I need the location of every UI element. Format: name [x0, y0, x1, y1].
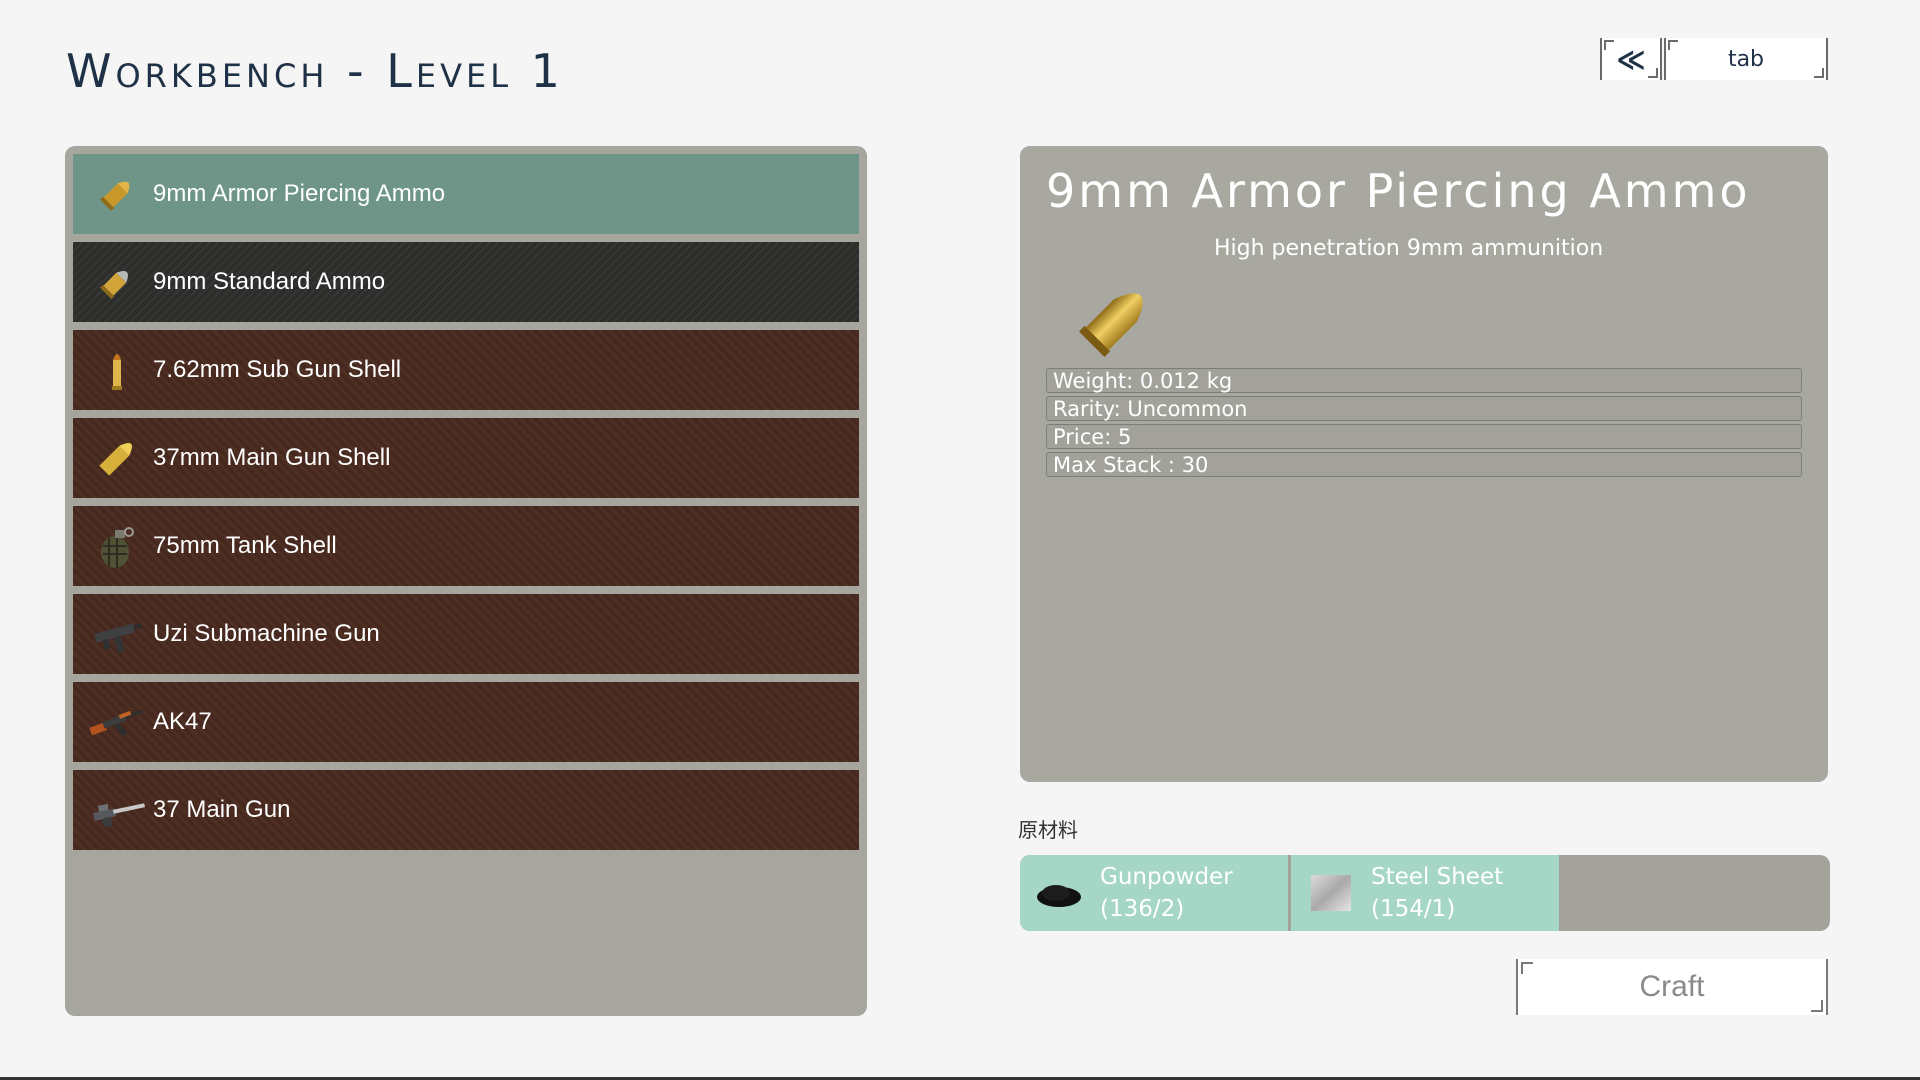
- item-detail-panel: 9mm Armor Piercing Ammo High penetration…: [1020, 146, 1828, 782]
- cannon-icon: [93, 803, 146, 828]
- tab-button-label: tab: [1727, 46, 1765, 72]
- list-item[interactable]: 37 Main Gun: [73, 770, 859, 850]
- cartridge-icon: [112, 354, 122, 390]
- steel-sheet-icon: [1311, 875, 1351, 911]
- nav-buttons: ≪ tab: [1600, 38, 1828, 80]
- list-item[interactable]: AK47: [73, 682, 859, 762]
- page-title: Workbench - Level 1: [66, 44, 564, 98]
- material-name: Steel Sheet: [1371, 864, 1504, 890]
- list-item[interactable]: 7.62mm Sub Gun Shell: [73, 330, 859, 410]
- material-name: Gunpowder: [1100, 864, 1233, 890]
- list-item[interactable]: 9mm Standard Ammo: [73, 242, 859, 322]
- materials-label: 原材料: [1018, 818, 1078, 842]
- bullet-icon: [100, 271, 128, 299]
- material-item[interactable]: Steel Sheet (154/1): [1291, 855, 1559, 931]
- list-item-label: AK47: [153, 708, 212, 735]
- list-item-label: 9mm Standard Ammo: [153, 268, 386, 295]
- shell-icon: [99, 443, 132, 476]
- list-item[interactable]: 75mm Tank Shell: [73, 506, 859, 586]
- stat-rarity: Rarity: Uncommon: [1046, 396, 1802, 421]
- list-item[interactable]: Uzi Submachine Gun: [73, 594, 859, 674]
- uzi-icon: [94, 623, 143, 653]
- list-item-label: 75mm Tank Shell: [153, 532, 337, 559]
- list-item-label: 7.62mm Sub Gun Shell: [153, 356, 402, 383]
- list-item-label: 37 Main Gun: [153, 796, 291, 823]
- list-item-label: Uzi Submachine Gun: [153, 620, 380, 647]
- stat-price: Price: 5: [1046, 424, 1802, 449]
- gunpowder-icon: [1037, 885, 1081, 907]
- grenade-icon: [101, 527, 134, 568]
- tab-button[interactable]: tab: [1664, 38, 1828, 80]
- bullet-icon: [100, 181, 130, 211]
- stat-max-stack: Max Stack : 30: [1046, 452, 1802, 477]
- item-description: High penetration 9mm ammunition: [1214, 236, 1604, 261]
- double-chevron-left-icon: ≪: [1616, 42, 1646, 76]
- material-count: (154/1): [1371, 896, 1456, 922]
- list-item-label: 9mm Armor Piercing Ammo: [153, 180, 446, 207]
- rifle-icon: [89, 709, 144, 737]
- materials-bar: Gunpowder (136/2) Steel Sheet (154/1): [1020, 855, 1830, 931]
- craft-button[interactable]: Craft: [1516, 959, 1828, 1015]
- recipe-list: 9mm Armor Piercing Ammo 9mm Standard Amm…: [65, 146, 867, 1016]
- item-name: 9mm Armor Piercing Ammo: [1046, 164, 1751, 218]
- material-item[interactable]: Gunpowder (136/2): [1020, 855, 1288, 931]
- list-item-label: 37mm Main Gun Shell: [153, 444, 391, 471]
- list-item[interactable]: 9mm Armor Piercing Ammo: [73, 154, 859, 234]
- bullet-icon: [1078, 293, 1143, 358]
- list-item[interactable]: 37mm Main Gun Shell: [73, 418, 859, 498]
- stat-weight: Weight: 0.012 kg: [1046, 368, 1802, 393]
- workbench-screen: Workbench - Level 1 ≪ tab 9mm Armor Pier…: [0, 0, 1920, 1080]
- material-count: (136/2): [1100, 896, 1185, 922]
- back-button[interactable]: ≪: [1600, 38, 1662, 80]
